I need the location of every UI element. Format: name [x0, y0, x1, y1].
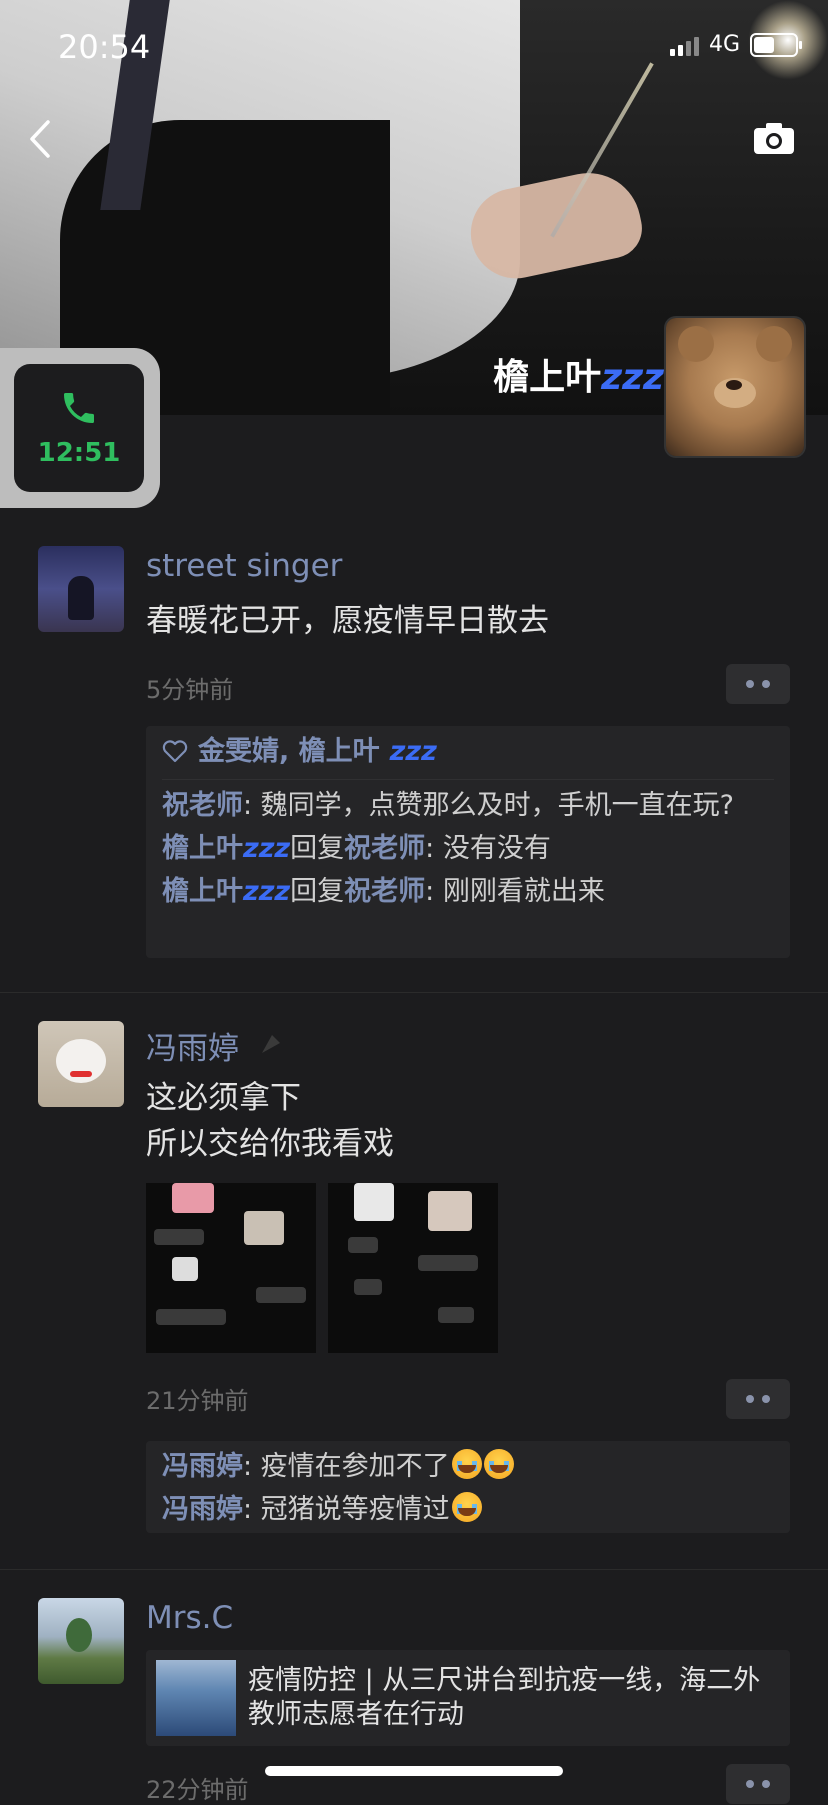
signal-icon	[669, 34, 699, 56]
comments-panel: 金雯婧, 檐上叶 zzz 祝老师: 魏同学，点赞那么及时，手机一直在玩? 檐上叶z…	[146, 726, 790, 958]
post-author[interactable]: 冯雨婷	[146, 1023, 239, 1068]
comments-panel: 冯雨婷: 疫情在参加不了 冯雨婷: 冠猪说等疫情过	[146, 1441, 790, 1533]
camera-icon[interactable]	[752, 120, 796, 156]
comment-text: : 刚刚看就出来	[425, 876, 605, 907]
profile-avatar[interactable]	[666, 318, 804, 456]
status-indicators: 4G	[669, 32, 802, 57]
post-author[interactable]: street singer	[146, 548, 342, 584]
post-text: 春暖花已开，愿疫情早日散去	[146, 603, 549, 639]
zzz-icon: zzz	[389, 736, 437, 767]
back-icon[interactable]	[26, 118, 56, 160]
avatar[interactable]	[38, 1598, 124, 1684]
post-time: 21分钟前	[146, 1387, 249, 1415]
reply-target[interactable]: 祝老师	[344, 833, 425, 864]
more-button[interactable]	[726, 1764, 790, 1804]
reply-target[interactable]: 祝老师	[344, 876, 425, 907]
post-image[interactable]	[328, 1183, 498, 1353]
moment-post: Mrs.C 疫情防控 | 从三尺讲台到抗疫一线，海二外教师志愿者在行动 22分钟…	[0, 1570, 828, 1804]
reply-label: 回复	[290, 876, 345, 907]
moment-post: street singer 春暖花已开，愿疫情早日散去 5分钟前 金雯婧, 檐上…	[0, 520, 828, 993]
crying-emoji-icon	[451, 1449, 482, 1479]
article-title: 疫情防控 | 从三尺讲台到抗疫一线，海二外教师志愿者在行动	[248, 1665, 761, 1730]
comment-item[interactable]: 檐上叶zzz回复祝老师: 刚刚看就出来	[162, 870, 774, 913]
battery-icon	[750, 32, 802, 57]
comment-item[interactable]: 祝老师: 魏同学，点赞那么及时，手机一直在玩?	[162, 784, 774, 827]
post-text: 所以交给你我看戏	[146, 1126, 394, 1162]
comment-text: : 冠猪说等疫情过	[243, 1494, 450, 1525]
post-time: 5分钟前	[146, 676, 234, 704]
avatar[interactable]	[38, 1021, 124, 1107]
profile-name[interactable]: 檐上叶zzz	[493, 348, 664, 400]
moment-post: 冯雨婷 这必须拿下 所以交给你我看戏 21分钟前 冯雨婷: 疫情在参加不了 冯雨…	[0, 993, 828, 1570]
comment-author[interactable]: 檐上叶	[162, 833, 243, 864]
more-button[interactable]	[726, 1379, 790, 1419]
comment-text: : 疫情在参加不了	[243, 1451, 450, 1482]
post-image[interactable]	[146, 1183, 316, 1353]
article-thumbnail	[156, 1660, 236, 1736]
status-icon	[262, 1035, 280, 1053]
crying-emoji-icon	[483, 1449, 514, 1479]
likes-names[interactable]: 金雯婧, 檐上叶	[198, 730, 380, 773]
zzz-icon: zzz	[601, 357, 664, 398]
reply-label: 回复	[290, 833, 345, 864]
comment-author[interactable]: 檐上叶	[162, 876, 243, 907]
status-time: 20:54	[58, 28, 151, 66]
avatar[interactable]	[38, 546, 124, 632]
post-time: 22分钟前	[146, 1776, 249, 1804]
call-float-window[interactable]: 12:51	[0, 348, 160, 508]
post-text: 这必须拿下	[146, 1080, 301, 1116]
profile-name-text: 檐上叶	[493, 357, 602, 398]
comment-item[interactable]: 冯雨婷: 冠猪说等疫情过	[162, 1488, 774, 1531]
zzz-icon: zzz	[243, 876, 291, 907]
more-button[interactable]	[726, 664, 790, 704]
shared-article[interactable]: 疫情防控 | 从三尺讲台到抗疫一线，海二外教师志愿者在行动	[146, 1650, 790, 1746]
call-duration: 12:51	[37, 438, 121, 468]
heart-icon	[162, 739, 188, 762]
zzz-icon: zzz	[243, 833, 291, 864]
post-author[interactable]: Mrs.C	[146, 1600, 233, 1636]
comment-item[interactable]: 冯雨婷: 疫情在参加不了	[162, 1445, 774, 1488]
comment-text: : 魏同学，点赞那么及时，手机一直在玩?	[243, 790, 735, 821]
home-indicator[interactable]	[265, 1766, 563, 1776]
comment-item[interactable]: 檐上叶zzz回复祝老师: 没有没有	[162, 827, 774, 870]
phone-icon	[64, 393, 94, 423]
comment-author[interactable]: 冯雨婷	[162, 1494, 243, 1525]
comment-text: : 没有没有	[425, 833, 551, 864]
crying-emoji-icon	[451, 1492, 482, 1522]
comment-author[interactable]: 冯雨婷	[162, 1451, 243, 1482]
comment-author[interactable]: 祝老师	[162, 790, 243, 821]
likes-row: 金雯婧, 檐上叶 zzz	[162, 730, 774, 780]
network-label: 4G	[708, 32, 740, 57]
